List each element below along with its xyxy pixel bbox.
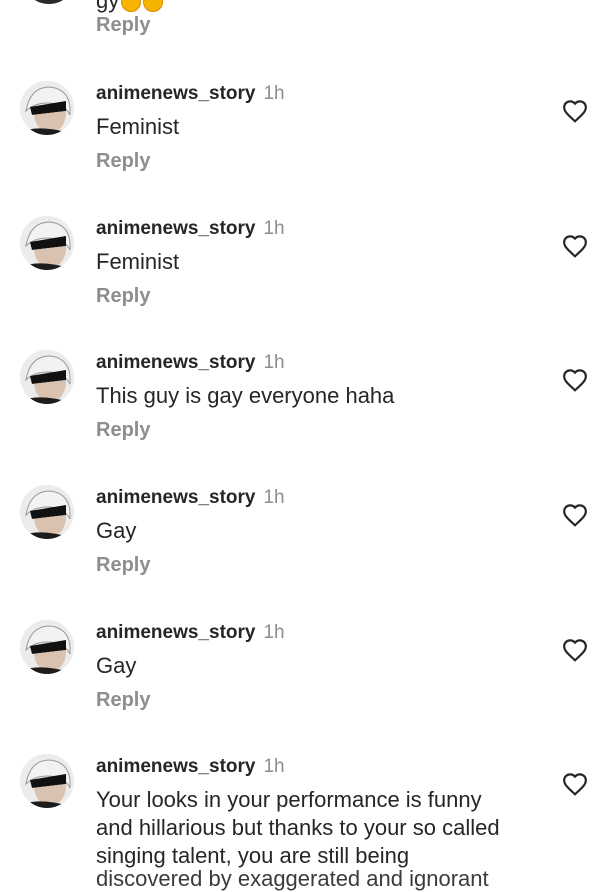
comment-body: animenews_story 1h Your looks in your per…: [96, 754, 536, 870]
heart-outline-icon[interactable]: [562, 772, 588, 796]
avatar-icon: [20, 216, 74, 270]
avatar[interactable]: [20, 81, 74, 135]
heart-outline-icon[interactable]: [562, 503, 588, 527]
heart-outline-icon[interactable]: [562, 368, 588, 392]
reply-button[interactable]: Reply: [96, 417, 150, 443]
heart-outline-icon[interactable]: [562, 638, 588, 662]
timestamp: 1h: [263, 83, 285, 104]
avatar[interactable]: [22, 0, 76, 4]
emoji-icon: [143, 0, 164, 13]
comment-meta: animenews_story 1h: [96, 350, 536, 376]
comment-text: Gay: [96, 653, 137, 678]
heart-outline-icon[interactable]: [562, 99, 588, 123]
comment-text: Your looks in your performance is funny …: [96, 787, 500, 868]
reply-button[interactable]: Reply: [96, 148, 150, 174]
avatar[interactable]: [20, 485, 74, 539]
comment-body: animenews_story 1h Feminist Reply: [96, 216, 536, 309]
username-link[interactable]: animenews_story: [96, 487, 255, 508]
username-link[interactable]: animenews_story: [96, 756, 255, 777]
avatar[interactable]: [20, 216, 74, 270]
username-link[interactable]: animenews_story: [96, 218, 255, 239]
comment-body: animenews_story 1h Gay Reply: [96, 485, 536, 578]
comment-text: Feminist: [96, 114, 180, 139]
comment-text: This guy is gay everyone haha: [96, 383, 395, 408]
avatar-icon: [20, 485, 74, 539]
comment-text-cutoff: discovered by exaggerated and ignorant: [96, 866, 489, 891]
reply-button[interactable]: Reply: [96, 687, 150, 713]
reply-button[interactable]: Reply: [96, 14, 150, 37]
reply-button[interactable]: Reply: [96, 552, 150, 578]
comment-body: animenews_story 1h This guy is gay everyo…: [96, 350, 536, 443]
avatar-icon: [20, 350, 74, 404]
timestamp: 1h: [263, 218, 285, 239]
comment-meta: animenews_story 1h: [96, 81, 536, 107]
avatar-icon: [20, 620, 74, 674]
username-link[interactable]: animenews_story: [96, 622, 255, 643]
avatar[interactable]: [20, 754, 74, 808]
comment-meta: animenews_story 1h: [96, 485, 536, 511]
comment-text: Gay: [96, 518, 137, 543]
comment-text-partial: gy: [96, 0, 164, 14]
emoji-icon: [121, 0, 142, 13]
comment-text-fragment: gy: [96, 0, 120, 13]
timestamp: 1h: [263, 756, 285, 777]
avatar-icon: [20, 754, 74, 808]
avatar[interactable]: [20, 350, 74, 404]
username-link[interactable]: animenews_story: [96, 83, 255, 104]
avatar[interactable]: [20, 620, 74, 674]
heart-outline-icon[interactable]: [562, 234, 588, 258]
previous-comment-partial: gy Reply: [0, 0, 614, 40]
comment-meta: animenews_story 1h: [96, 216, 536, 242]
avatar-icon: [20, 81, 74, 135]
username-link[interactable]: animenews_story: [96, 352, 255, 373]
timestamp: 1h: [263, 352, 285, 373]
reply-button[interactable]: Reply: [96, 283, 150, 309]
comment-body: animenews_story 1h Gay Reply: [96, 620, 536, 713]
comment-text: Feminist: [96, 249, 180, 274]
timestamp: 1h: [263, 487, 285, 508]
comment-body: animenews_story 1h Feminist Reply: [96, 81, 536, 174]
comment-meta: animenews_story 1h: [96, 620, 536, 646]
comment-meta: animenews_story 1h: [96, 754, 536, 780]
timestamp: 1h: [263, 622, 285, 643]
